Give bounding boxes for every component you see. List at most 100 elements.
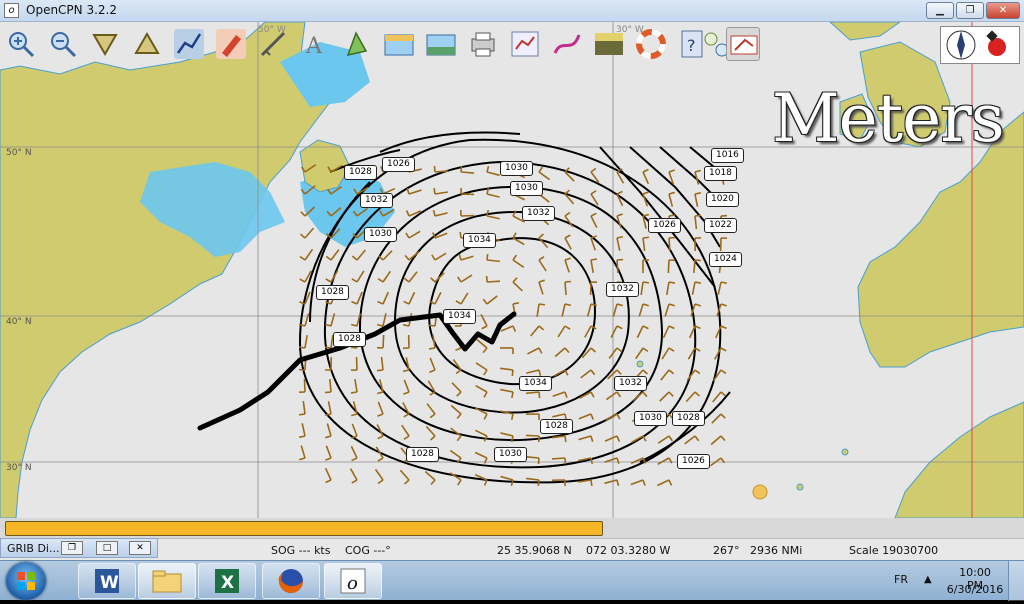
follow-ship-button[interactable] xyxy=(214,27,248,61)
color-scheme-icon xyxy=(592,27,626,61)
azores-island xyxy=(637,361,643,367)
isobar-label: 1024 xyxy=(709,252,742,267)
tides-button[interactable] xyxy=(424,27,458,61)
wind-barb xyxy=(669,238,670,251)
wind-barb xyxy=(565,282,566,295)
compass-widget[interactable] xyxy=(940,26,1020,64)
wind-barb-feather xyxy=(538,458,539,464)
bearing-readout: 267° xyxy=(713,544,740,557)
grib-icon xyxy=(727,28,761,62)
wind-barb-feather xyxy=(487,254,488,260)
isobar-label: 1028 xyxy=(406,447,439,462)
grib-button[interactable] xyxy=(726,27,760,61)
isobar-label: 1032 xyxy=(360,193,393,208)
wind-barb xyxy=(383,335,384,348)
measure-icon xyxy=(256,27,290,61)
isobar-label: 1030 xyxy=(634,411,667,426)
grib-maximize-button[interactable]: □ xyxy=(96,541,118,555)
isobar-label: 1030 xyxy=(364,227,397,242)
svg-text:X: X xyxy=(221,573,234,593)
language-indicator[interactable]: FR xyxy=(894,573,908,586)
close-button[interactable]: ✕ xyxy=(986,2,1020,19)
route-icon xyxy=(172,27,206,61)
taskbar-opencpn[interactable]: o xyxy=(324,563,382,599)
wind-barb-feather xyxy=(538,480,539,486)
lat-label-30n: 30° N xyxy=(6,463,32,473)
grib-restore-button[interactable]: ❐ xyxy=(61,541,83,555)
windows-logo-icon xyxy=(6,562,46,600)
ais-button[interactable] xyxy=(340,27,374,61)
route-button[interactable] xyxy=(172,27,206,61)
wind-barb-feather xyxy=(539,304,545,305)
isobar-label: 1018 xyxy=(704,166,737,181)
tray-expand-icon[interactable]: ▲ xyxy=(924,574,932,585)
wind-barb-feather xyxy=(669,215,675,216)
isobar-label: 1026 xyxy=(677,454,710,469)
grib-window-title: GRIB Di... xyxy=(7,542,59,555)
title-bar: o OpenCPN 3.2.2 ▁ ❐ ✕ xyxy=(0,0,1024,22)
tides-icon xyxy=(424,27,458,61)
start-button[interactable] xyxy=(6,562,46,600)
wind-barb-feather xyxy=(325,392,331,393)
color-scheme-button[interactable] xyxy=(592,27,626,61)
maximize-button[interactable]: ❐ xyxy=(956,2,984,19)
isobar-label: 1028 xyxy=(316,285,349,300)
word-icon: W xyxy=(79,564,135,598)
isobar-label: 1034 xyxy=(443,309,476,324)
route-manager-button[interactable] xyxy=(508,27,542,61)
taskbar-word[interactable]: W xyxy=(78,563,136,599)
lat-label-40n: 40° N xyxy=(6,317,32,327)
distance-readout: 2936 NMi xyxy=(750,544,802,557)
wind-barb-feather xyxy=(429,348,435,349)
wind-barb-feather xyxy=(591,259,597,260)
wind-barb-feather xyxy=(695,260,701,261)
sog-readout: SOG --- kts xyxy=(271,544,330,557)
text-button[interactable]: A xyxy=(298,27,332,61)
isobar-label: 1028 xyxy=(333,332,366,347)
isobar-label: 1030 xyxy=(510,181,543,196)
scale-out-button[interactable] xyxy=(130,27,164,61)
wind-barb-feather xyxy=(325,347,331,348)
clock-date[interactable]: 6/30/2016 xyxy=(944,583,1006,596)
print-button[interactable] xyxy=(466,27,500,61)
scale-in-icon xyxy=(88,27,122,61)
grib-minimized-window[interactable]: GRIB Di... ❐ □ ✕ xyxy=(0,538,158,558)
ship-icon xyxy=(214,27,248,61)
measure-button[interactable] xyxy=(256,27,290,61)
wind-barb-feather xyxy=(299,414,305,415)
man-overboard-button[interactable] xyxy=(634,27,668,61)
taskbar-excel[interactable]: X xyxy=(198,563,256,599)
firefox-icon xyxy=(263,564,319,598)
lifebuoy-icon xyxy=(634,27,668,61)
currents-button[interactable] xyxy=(382,27,416,61)
taskbar-firefox[interactable] xyxy=(262,563,320,599)
taskbar-explorer[interactable] xyxy=(138,563,196,599)
wind-barb-feather xyxy=(377,370,383,371)
zoom-in-button[interactable] xyxy=(4,27,38,61)
isobar-label: 1026 xyxy=(382,157,415,172)
cursor-lon: 072 03.3280 W xyxy=(586,544,670,557)
isobar-label: 1032 xyxy=(614,376,647,391)
isobar-label: 1026 xyxy=(648,218,681,233)
scale-readout: Scale 19030700 xyxy=(849,544,938,557)
zoom-out-button[interactable] xyxy=(46,27,80,61)
grib-close-button[interactable]: ✕ xyxy=(129,541,151,555)
isobar-label: 1034 xyxy=(519,376,552,391)
lat-label-50n: 50° N xyxy=(6,148,32,158)
scale-in-button[interactable] xyxy=(88,27,122,61)
svg-text:?: ? xyxy=(687,36,696,55)
wind-barb xyxy=(304,379,305,392)
minimize-button[interactable]: ▁ xyxy=(926,2,954,19)
track-button[interactable] xyxy=(550,27,584,61)
show-desktop-button[interactable] xyxy=(1008,561,1024,601)
wind-barb-feather xyxy=(539,392,540,398)
wind-barb xyxy=(552,458,565,459)
sun-marker-icon xyxy=(753,485,767,499)
wind-barb-feather xyxy=(429,325,435,326)
track-icon xyxy=(550,27,584,61)
isobar-label: 1028 xyxy=(672,411,705,426)
opencpn-logo-icon: o xyxy=(4,3,19,18)
wind-barb xyxy=(668,260,669,273)
currents-icon xyxy=(382,27,416,61)
text-icon: A xyxy=(298,27,332,61)
